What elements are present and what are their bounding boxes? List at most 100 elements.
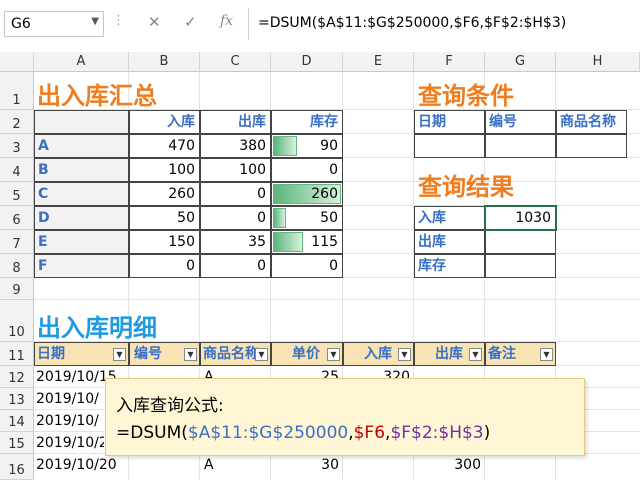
callout-formula-field: $F6 xyxy=(353,423,386,443)
chevron-down-icon[interactable]: ▼ xyxy=(91,16,99,27)
column-header-h[interactable]: H xyxy=(556,52,640,72)
filter-dropdown-icon[interactable]: ▼ xyxy=(255,348,268,361)
column-header-c[interactable]: C xyxy=(200,52,271,72)
summary-stock: 260 xyxy=(311,186,338,202)
column-header-f[interactable]: F xyxy=(414,52,485,72)
summary-out: 0 xyxy=(200,182,271,206)
column-header-e[interactable]: E xyxy=(343,52,414,72)
summary-out: 0 xyxy=(200,206,271,230)
row-header[interactable]: 7 xyxy=(0,230,34,254)
name-box[interactable]: G6 ▼ xyxy=(4,11,104,37)
summary-out: 35 xyxy=(200,230,271,254)
summary-stock-cell: 260 xyxy=(271,182,343,206)
callout-formula-criteria: $F$2:$H$3 xyxy=(390,423,484,443)
row-header[interactable]: 8 xyxy=(0,254,34,278)
row-header[interactable]: 16 xyxy=(0,454,34,480)
summary-row-name: D xyxy=(34,206,129,230)
query-id-input[interactable] xyxy=(485,134,556,158)
detail-date: 2019/10/2 xyxy=(36,435,104,451)
query-product-input[interactable] xyxy=(556,134,627,158)
row-header[interactable]: 5 xyxy=(0,182,34,206)
row-header[interactable]: 13 xyxy=(0,388,34,410)
name-box-value: G6 xyxy=(11,16,31,32)
callout-formula-range: $A$11:$G$250000 xyxy=(187,423,349,443)
row-header[interactable]: 6 xyxy=(0,206,34,230)
summary-row-name: A xyxy=(34,134,129,158)
summary-stock-cell: 50 xyxy=(271,206,343,230)
query-header-product: 商品名称 xyxy=(556,110,627,134)
summary-header-out: 出库 xyxy=(200,110,271,134)
summary-in: 150 xyxy=(129,230,200,254)
summary-corner xyxy=(34,110,129,134)
summary-in: 100 xyxy=(129,158,200,182)
detail-date: 2019/10/ xyxy=(36,413,99,429)
row-header[interactable]: 4 xyxy=(0,158,34,182)
summary-stock: 0 xyxy=(329,162,338,178)
detail-header-product: 商品名称 ▼ xyxy=(200,342,271,366)
summary-stock-cell: 0 xyxy=(271,254,343,278)
formula-input[interactable]: =DSUM($A$11:$G$250000,$F6,$F$2:$H$3) xyxy=(258,15,566,31)
active-cell-highlight xyxy=(484,205,557,231)
row-header[interactable]: 9 xyxy=(0,278,34,300)
detail-header-note: 备注 ▼ xyxy=(485,342,556,366)
filter-dropdown-icon[interactable]: ▼ xyxy=(184,348,197,361)
row-header[interactable]: 2 xyxy=(0,110,34,134)
divider xyxy=(248,8,249,40)
detail-header-date: 日期 ▼ xyxy=(34,342,129,366)
detail-product: A xyxy=(204,457,214,473)
summary-stock: 0 xyxy=(329,258,338,274)
query-title: 查询条件 xyxy=(418,82,514,110)
cancel-icon[interactable]: ✕ xyxy=(148,13,161,31)
summary-out: 380 xyxy=(200,134,271,158)
filter-dropdown-icon[interactable]: ▼ xyxy=(540,348,553,361)
result-value-out[interactable] xyxy=(485,230,556,254)
column-header-d[interactable]: D xyxy=(271,52,343,72)
result-value-stock[interactable] xyxy=(485,254,556,278)
summary-title: 出入库汇总 xyxy=(37,82,157,110)
summary-stock: 50 xyxy=(320,210,338,226)
summary-out: 100 xyxy=(200,158,271,182)
summary-row-name: F xyxy=(34,254,129,278)
enter-icon[interactable]: ✓ xyxy=(184,13,197,31)
result-label-out: 出库 xyxy=(414,230,485,254)
filter-dropdown-icon[interactable]: ▼ xyxy=(469,348,482,361)
summary-out: 0 xyxy=(200,254,271,278)
summary-in: 260 xyxy=(129,182,200,206)
filter-dropdown-icon[interactable]: ▼ xyxy=(398,348,411,361)
formula-callout: 入库查询公式: =DSUM($A$11:$G$250000,$F6,$F$2:$… xyxy=(105,378,585,456)
summary-row-name: C xyxy=(34,182,129,206)
formula-bar: G6 ▼ ⋮ ✕ ✓ fx =DSUM($A$11:$G$250000,$F6,… xyxy=(0,0,640,53)
row-header[interactable]: 10 xyxy=(0,300,34,342)
summary-stock-cell: 115 xyxy=(271,230,343,254)
summary-in: 0 xyxy=(129,254,200,278)
callout-formula: =DSUM($A$11:$G$250000,$F6,$F$2:$H$3) xyxy=(116,423,491,443)
more-icon: ⋮ xyxy=(112,13,126,28)
select-all-corner[interactable] xyxy=(0,52,34,72)
detail-out: 300 xyxy=(454,457,481,473)
row-header[interactable]: 15 xyxy=(0,432,34,454)
summary-stock-cell: 90 xyxy=(271,134,343,158)
insert-function-icon[interactable]: fx xyxy=(220,13,233,29)
detail-date: 2019/10/20 xyxy=(36,457,117,473)
summary-in: 50 xyxy=(129,206,200,230)
column-header-b[interactable]: B xyxy=(129,52,200,72)
detail-header-in: 入库 ▼ xyxy=(343,342,414,366)
detail-header-id: 编号 ▼ xyxy=(129,342,200,366)
row-header[interactable]: 3 xyxy=(0,134,34,158)
query-header-date: 日期 xyxy=(414,110,485,134)
summary-in: 470 xyxy=(129,134,200,158)
query-date-input[interactable] xyxy=(414,134,485,158)
row-header[interactable]: 14 xyxy=(0,410,34,432)
column-header-g[interactable]: G xyxy=(485,52,556,72)
result-title: 查询结果 xyxy=(418,173,514,201)
filter-dropdown-icon[interactable]: ▼ xyxy=(327,348,340,361)
summary-header-stock: 库存 xyxy=(271,110,343,134)
row-header[interactable]: 1 xyxy=(0,72,34,110)
filter-dropdown-icon[interactable]: ▼ xyxy=(113,348,126,361)
detail-header-out: 出库 ▼ xyxy=(414,342,485,366)
row-header[interactable]: 12 xyxy=(0,366,34,388)
detail-header-price: 单价 ▼ xyxy=(271,342,343,366)
column-header-a[interactable]: A xyxy=(34,52,129,72)
row-header[interactable]: 11 xyxy=(0,342,34,366)
summary-row-name: E xyxy=(34,230,129,254)
